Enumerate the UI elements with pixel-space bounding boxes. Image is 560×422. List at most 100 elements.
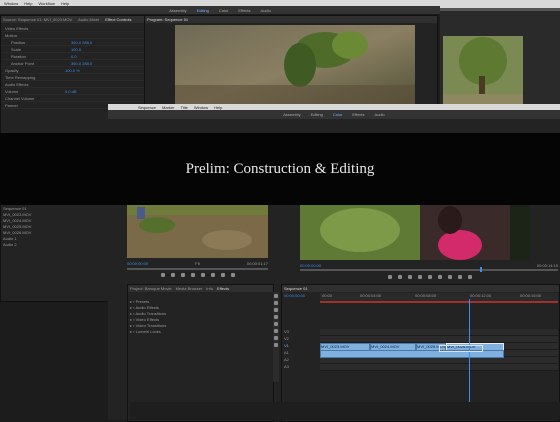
- overwrite-button[interactable]: [220, 273, 225, 277]
- source-controls: 00:00:00:00 Fit 00:00:01:17: [127, 259, 268, 267]
- mark-in-button[interactable]: [388, 275, 392, 279]
- effect-row-label[interactable]: Panner: [5, 103, 18, 108]
- track-v3[interactable]: [320, 329, 558, 336]
- source-monitor-video: [127, 205, 268, 258]
- source-scrubber[interactable]: [127, 268, 268, 270]
- effect-row-label[interactable]: Time Remapping: [5, 75, 35, 80]
- selection-tool-icon[interactable]: [274, 294, 278, 298]
- go-to-out-button[interactable]: [448, 275, 452, 279]
- tab-sequence[interactable]: Sequence 01: [284, 286, 308, 291]
- workspace-tab[interactable]: Assembly: [169, 8, 186, 13]
- track-header-v1[interactable]: V1: [284, 343, 318, 350]
- zoom-select[interactable]: Fit: [195, 261, 199, 266]
- source-timecode[interactable]: 00:00:00:00: [127, 261, 148, 266]
- tab-media-browser[interactable]: Media Browser: [176, 286, 203, 291]
- effect-row-value[interactable]: 360.0 288.0: [71, 61, 92, 66]
- play-button[interactable]: [190, 273, 195, 277]
- effect-row-label[interactable]: Volume: [5, 89, 65, 94]
- menu-item[interactable]: Window: [4, 1, 18, 6]
- step-back-button[interactable]: [180, 273, 185, 277]
- workspace-tab[interactable]: Color: [219, 8, 229, 13]
- export-frame-button[interactable]: [230, 273, 235, 277]
- effect-row-label[interactable]: Opacity: [5, 68, 65, 73]
- track-header-v3[interactable]: V3: [284, 329, 318, 336]
- insert-button[interactable]: [210, 273, 215, 277]
- ruler-label: 00:00:16:00: [520, 293, 542, 298]
- effect-row-label[interactable]: Channel Volume: [5, 96, 34, 101]
- go-to-in-button[interactable]: [408, 275, 412, 279]
- person-in-foliage-image: [300, 205, 530, 260]
- front-workspace-bar: Assembly Editing Color Effects Audio: [108, 110, 560, 119]
- menu-item[interactable]: Marker: [162, 105, 174, 110]
- back-workspace-bar: Assembly Editing Color Effects Audio: [0, 6, 440, 14]
- track-select-tool-icon[interactable]: [274, 301, 278, 305]
- play-button[interactable]: [428, 275, 432, 279]
- timeline-playhead-line[interactable]: [469, 299, 470, 419]
- lift-button[interactable]: [458, 275, 462, 279]
- step-forward-button[interactable]: [438, 275, 442, 279]
- menu-item[interactable]: Help: [61, 1, 69, 6]
- menu-item[interactable]: Title: [180, 105, 187, 110]
- effects-folder[interactable]: ▸ ▪ Lumetri Looks: [130, 329, 166, 335]
- workspace-tab-active[interactable]: Color: [333, 112, 343, 117]
- source-transport: [140, 272, 255, 278]
- track-header-v2[interactable]: V2: [284, 336, 318, 343]
- workspace-tab[interactable]: Audio: [261, 8, 271, 13]
- effect-row-value[interactable]: 0.0 dB: [65, 89, 77, 94]
- effect-row-label: Video Effects: [5, 25, 29, 31]
- effect-row-value[interactable]: 100.0 %: [65, 68, 80, 73]
- workspace-tab[interactable]: Assembly: [283, 112, 300, 117]
- track-header-a1[interactable]: A1: [284, 350, 318, 357]
- mark-in-button[interactable]: [160, 273, 165, 277]
- tab-audio-mixer[interactable]: Audio Mixer: [78, 17, 99, 22]
- effect-row-value[interactable]: 0.0: [71, 54, 77, 59]
- tab-effect-controls[interactable]: Effect Controls: [105, 17, 131, 22]
- menu-item[interactable]: Workflow: [38, 1, 54, 6]
- tab-effects[interactable]: Effects: [217, 286, 229, 291]
- track-a3[interactable]: [320, 364, 558, 371]
- tab-source[interactable]: Source: Sequence 01: MVI_0023.MOV: [3, 17, 72, 22]
- effect-row-value[interactable]: 100.0: [71, 47, 81, 52]
- slip-tool-icon[interactable]: [274, 322, 278, 326]
- razor-tool-icon[interactable]: [274, 315, 278, 319]
- menu-item[interactable]: Help: [214, 105, 222, 110]
- foliage-frame-image: [175, 25, 415, 111]
- zoom-tool-icon[interactable]: [274, 343, 278, 347]
- effect-row-label[interactable]: Motion: [5, 33, 17, 38]
- mark-out-button[interactable]: [398, 275, 402, 279]
- extract-button[interactable]: [468, 275, 472, 279]
- tab-program[interactable]: Program: Sequence 01: [147, 17, 188, 22]
- step-back-button[interactable]: [418, 275, 422, 279]
- workspace-tab[interactable]: Editing: [311, 112, 323, 117]
- timeline-timecode[interactable]: 00:00:00:00: [284, 293, 305, 298]
- track-header-a3[interactable]: A3: [284, 364, 318, 371]
- program-timecode[interactable]: 00:00:00:00: [300, 263, 321, 268]
- right-window-titlebar: [440, 0, 560, 8]
- list-item[interactable]: Audio 2: [3, 242, 31, 248]
- program-scrubber[interactable]: [300, 267, 558, 272]
- program-playhead[interactable]: [480, 267, 482, 272]
- menu-item[interactable]: Sequence: [138, 105, 156, 110]
- effect-row-value[interactable]: 360.0 288.0: [71, 40, 92, 45]
- tab-project[interactable]: Project: Baroque Movie: [130, 286, 172, 291]
- track-headers: V3 V2 V1 A1 A2 A3: [284, 329, 318, 371]
- workspace-tab-active[interactable]: Editing: [197, 8, 209, 13]
- project-tabbar: Project: Baroque Movie Media Browser Inf…: [128, 285, 273, 292]
- right-window-toolbar: [440, 8, 560, 11]
- ruler-label: 00:00:12:00: [470, 293, 492, 298]
- workspace-tab[interactable]: Audio: [375, 112, 385, 117]
- tab-info[interactable]: Info: [206, 286, 213, 291]
- track-header-a2[interactable]: A2: [284, 357, 318, 364]
- track-a2[interactable]: [320, 357, 558, 364]
- step-forward-button[interactable]: [200, 273, 205, 277]
- track-v2[interactable]: [320, 336, 558, 343]
- ripple-edit-tool-icon[interactable]: [274, 308, 278, 312]
- workspace-tab[interactable]: Effects: [352, 112, 364, 117]
- workspace-tab[interactable]: Effects: [238, 8, 250, 13]
- menu-item[interactable]: Window: [194, 105, 208, 110]
- mark-out-button[interactable]: [170, 273, 175, 277]
- menu-item[interactable]: Help: [24, 1, 32, 6]
- hand-tool-icon[interactable]: [274, 336, 278, 340]
- pen-tool-icon[interactable]: [274, 329, 278, 333]
- timeline-ruler[interactable]: 00:00 00:00:04:00 00:00:08:00 00:00:12:0…: [320, 293, 558, 303]
